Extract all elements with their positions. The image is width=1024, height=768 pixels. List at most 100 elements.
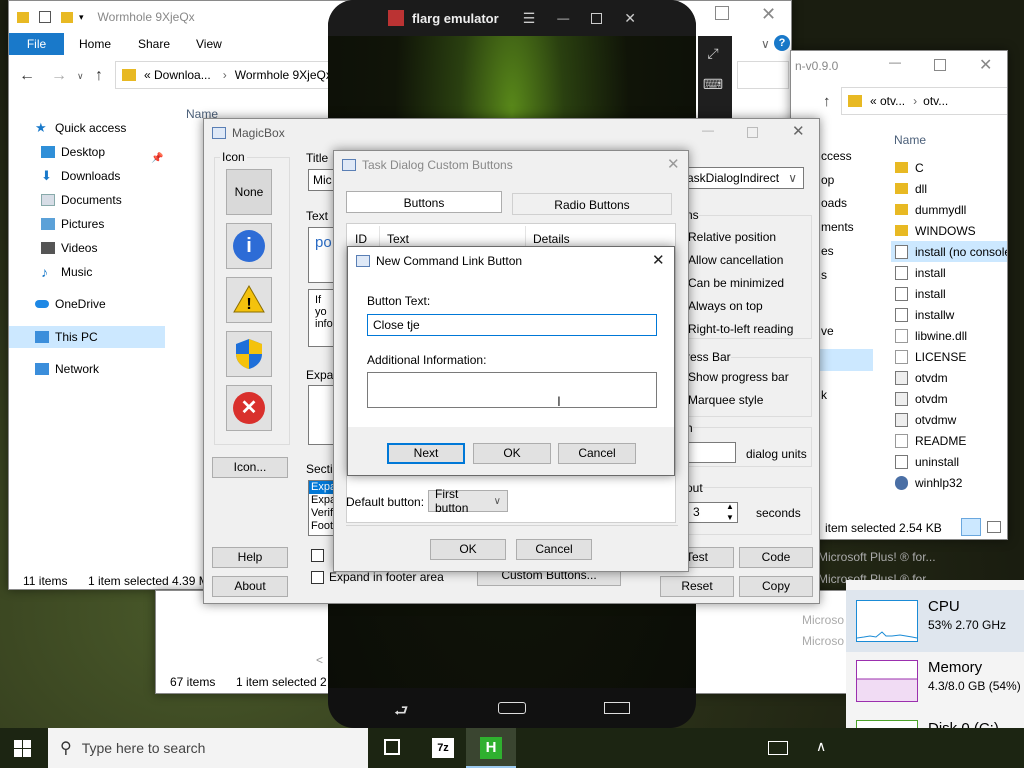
nav-this-pc[interactable]: This PC [35,326,98,348]
copy-button[interactable]: Copy [739,576,813,597]
file-item[interactable]: uninstall [895,451,959,472]
up-arrow-icon[interactable]: ↑ [95,67,103,85]
chevron-down-icon[interactable]: ▾ [79,12,84,23]
windows-start-icon[interactable] [14,740,31,757]
nav-back-icon[interactable]: ⮐ [394,700,408,727]
nav-home-icon[interactable] [498,702,526,714]
magicbox-titlebar[interactable]: MagicBox [204,119,819,147]
icon-info-button[interactable]: i [226,223,272,269]
address-segment[interactable]: « Downloa... [144,68,211,82]
option-allow-cancellation[interactable]: Allow cancellation [688,253,783,267]
new-link-titlebar[interactable]: New Command Link Button [348,247,674,275]
spin-down-icon[interactable]: ▼ [726,513,734,522]
width-input[interactable] [688,442,736,463]
icon-error-button[interactable]: ✕ [226,385,272,431]
option-rtl-reading[interactable]: Right-to-left reading [688,322,793,336]
column-header-text[interactable]: Text [387,232,409,246]
file-item[interactable]: libwine.dll [895,325,967,346]
search-box[interactable] [737,61,789,89]
menu-icon[interactable]: ☰ [523,10,536,27]
folder-item[interactable]: dummydll [895,199,966,220]
ribbon-share-tab[interactable]: Share [138,37,170,51]
cancel-button[interactable]: Cancel [516,539,592,560]
address-bar[interactable]: « Downloa... › Wormhole 9XjeQx [115,61,337,89]
column-header-details[interactable]: Details [533,232,570,246]
maximize-button[interactable] [747,127,758,138]
close-icon[interactable]: ✕ [652,251,665,269]
option-marquee[interactable]: Marquee style [688,393,763,407]
taskbar-app-h-active[interactable]: H [466,728,516,768]
nav-partial[interactable]: op [821,173,834,187]
nav-partial[interactable]: ments [821,220,854,234]
nav-partial[interactable]: ccess [821,149,852,163]
option-always-on-top[interactable]: Always on top [688,299,763,313]
file-item[interactable]: otvdmw [895,409,956,430]
close-icon[interactable]: ✕ [667,155,680,173]
next-button[interactable]: Next [387,443,465,464]
file-item[interactable]: README [895,430,966,451]
close-icon[interactable]: ✕ [624,10,636,27]
tab-radio-buttons[interactable]: Radio Buttons [512,193,672,215]
nav-partial[interactable]: oads [821,196,847,210]
expand-icon[interactable]: ⤢ [700,40,726,66]
keyboard-icon[interactable]: ⌨ [700,72,726,96]
help-button[interactable]: Help [212,547,288,568]
nav-network[interactable]: Network [35,358,99,380]
folder-item[interactable]: WINDOWS [895,220,976,241]
checkbox-icon[interactable] [39,11,51,23]
taskbar-search[interactable]: ⚲ Type here to search [48,728,368,768]
maximize-icon[interactable] [591,12,603,24]
file-item[interactable]: otvdm [895,367,948,388]
custom-buttons-titlebar[interactable]: Task Dialog Custom Buttons [334,151,688,179]
close-icon[interactable]: ✕ [979,55,992,75]
nav-videos[interactable]: Videos [41,237,97,259]
ribbon-file-tab[interactable]: File [9,33,64,55]
icon-browse-button[interactable]: Icon... [212,457,288,478]
tray-chevron-up-icon[interactable]: ∧ [816,738,826,755]
about-button[interactable]: About [212,576,288,597]
minimize-icon[interactable]: — [702,123,714,137]
column-header-id[interactable]: ID [355,232,367,246]
ribbon-view-tab[interactable]: View [196,37,222,51]
address-segment[interactable]: Wormhole 9XjeQx [235,68,332,82]
maximize-button[interactable] [934,59,946,71]
folder-item[interactable]: dll [895,178,927,199]
spin-up-icon[interactable]: ▲ [726,502,734,511]
nav-partial[interactable]: ve [821,324,834,338]
column-header-name[interactable]: Name [894,133,926,147]
taskbar-app-7z[interactable]: 7z [432,738,454,758]
address-segment[interactable]: « otv... [870,94,905,108]
file-item[interactable]: install (no console) [895,241,1007,262]
checkbox-icon[interactable] [311,570,324,584]
task-view-icon[interactable] [384,739,400,755]
nav-documents[interactable]: Documents [41,189,122,211]
cancel-button[interactable]: Cancel [558,443,636,464]
expand-footer-checkbox[interactable]: Expand in footer area [311,570,444,584]
default-button-select[interactable]: First button ∨ [428,487,508,515]
back-arrow-icon[interactable]: ← [19,67,35,85]
maximize-button[interactable] [715,6,729,20]
ok-button[interactable]: OK [430,539,506,560]
api-select[interactable]: TaskDialogIndirect ∨ [674,167,804,189]
address-segment[interactable]: otv... [923,94,948,108]
icon-none-button[interactable]: None [226,169,272,215]
nav-partial[interactable]: s [821,268,827,282]
reset-button[interactable]: Reset [660,576,734,597]
up-arrow-icon[interactable]: ↑ [823,93,831,110]
option-show-progress[interactable]: Show progress bar [688,370,789,384]
nav-partial[interactable]: es [821,244,834,258]
icon-shield-button[interactable] [226,331,272,377]
file-item[interactable]: install [895,283,946,304]
nav-onedrive[interactable]: OneDrive [35,293,106,315]
horizontal-scrollbar[interactable]: < [316,653,323,667]
nav-quick-access[interactable]: ★ Quick access [35,117,126,139]
address-bar[interactable]: « otv... › otv... [841,87,1007,115]
file-item[interactable]: LICENSE [895,346,966,367]
ribbon-home-tab[interactable]: Home [79,37,111,51]
nav-music[interactable]: ♪ Music [41,261,92,283]
button-text-input[interactable]: Close tje [367,314,657,336]
details-view-icon[interactable] [961,518,981,536]
minimize-icon[interactable]: — [889,55,901,69]
file-item[interactable]: winhlp32 [895,472,962,493]
expand-ribbon-icon[interactable]: ∨ [761,37,770,51]
